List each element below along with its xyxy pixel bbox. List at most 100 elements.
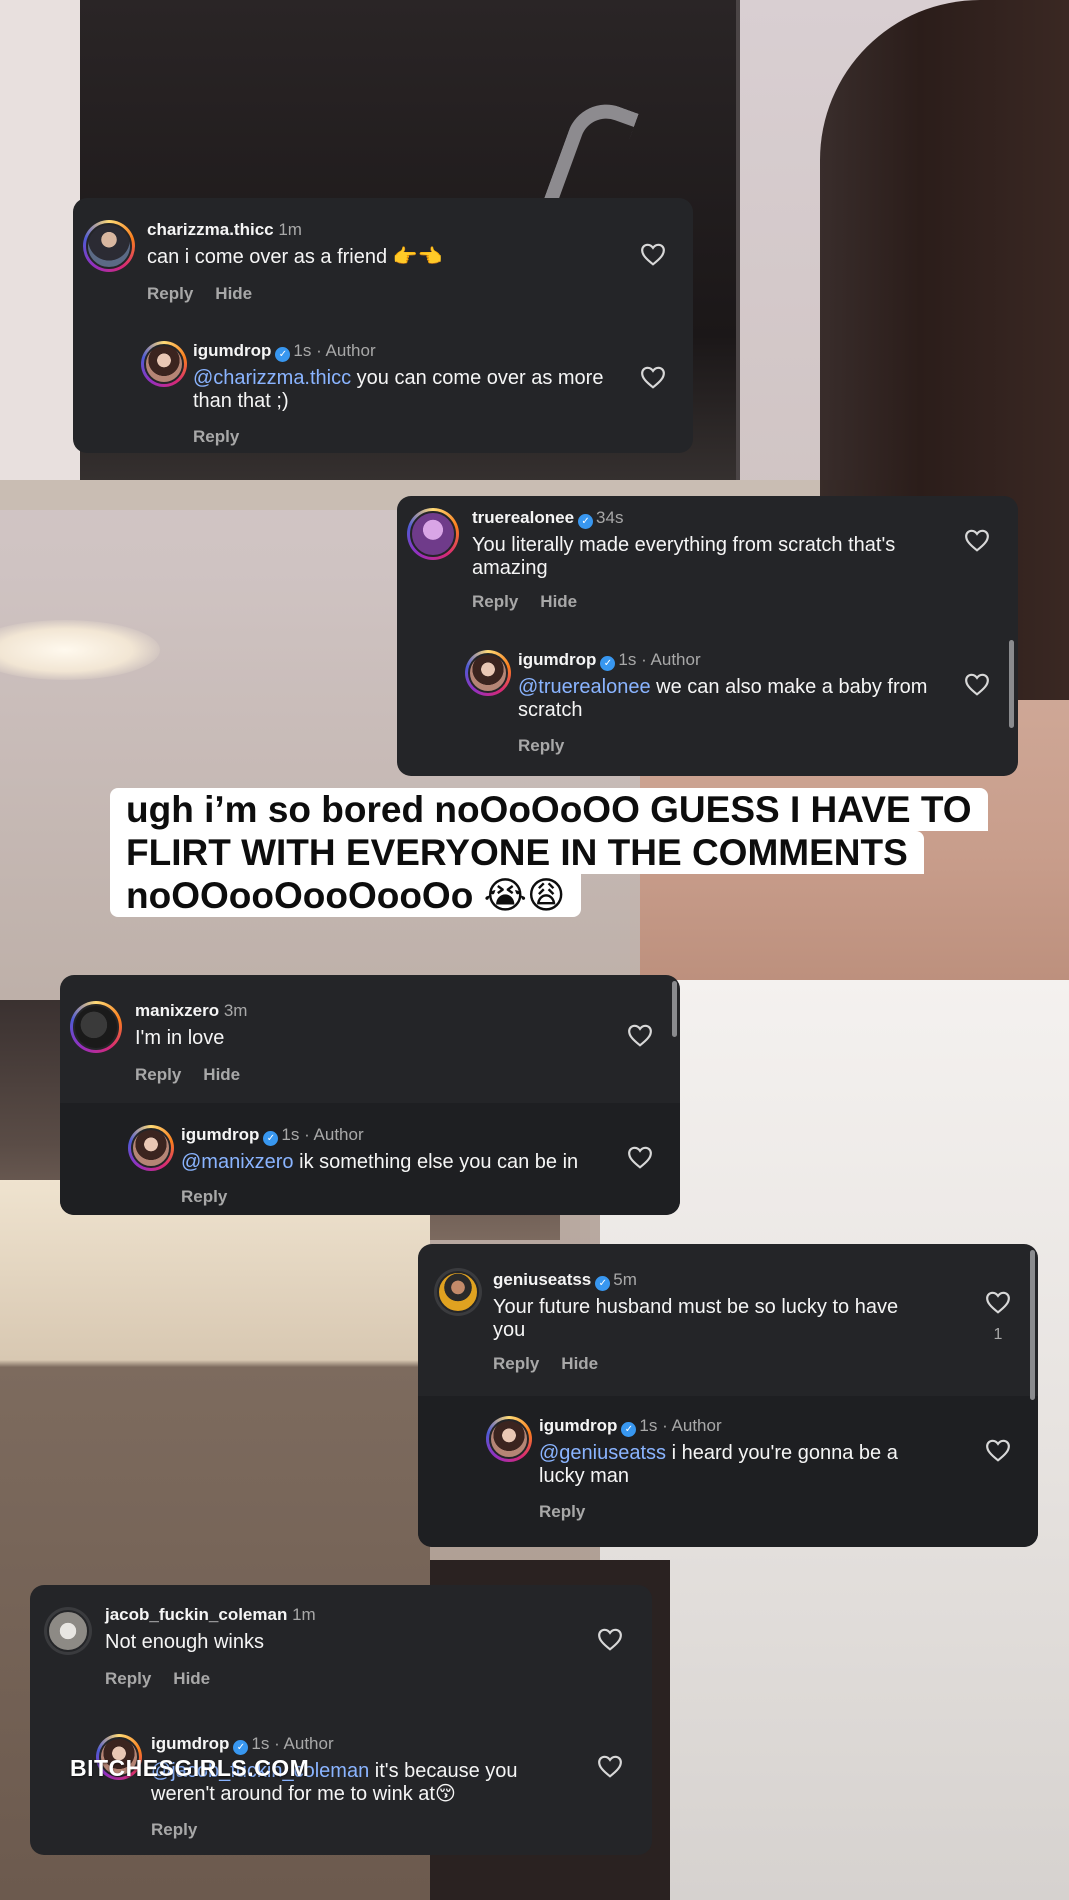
author-label: · Author bbox=[641, 650, 701, 669]
heart-icon[interactable] bbox=[597, 1627, 623, 1651]
reply-button[interactable]: Reply bbox=[147, 284, 193, 303]
reply-comment: igumdrop ✓ 1s · Author @manixzero ik somet… bbox=[60, 1103, 680, 1215]
reply-time: 1s bbox=[618, 650, 637, 669]
hide-button[interactable]: Hide bbox=[203, 1065, 240, 1084]
reply-username[interactable]: igumdrop bbox=[539, 1416, 617, 1435]
hide-button[interactable]: Hide bbox=[540, 592, 577, 611]
reply-comment: igumdrop ✓ 1s · Author @geniuseatss i hear… bbox=[418, 1396, 1038, 1547]
avatar[interactable] bbox=[465, 650, 511, 696]
comment-username[interactable]: geniuseatss bbox=[493, 1270, 591, 1289]
comment-time: 34s bbox=[596, 508, 624, 527]
mention-link[interactable]: @geniuseatss bbox=[539, 1442, 666, 1464]
caption-line: noOOooOooOooOo 😭😩 bbox=[110, 874, 582, 917]
heart-icon[interactable] bbox=[640, 365, 666, 389]
comment-card: jacob_fuckin_coleman 1m Not enough winks… bbox=[30, 1585, 652, 1855]
avatar[interactable] bbox=[70, 1001, 122, 1053]
hide-button[interactable]: Hide bbox=[561, 1354, 598, 1373]
heart-icon[interactable] bbox=[985, 1438, 1011, 1462]
reply-button[interactable]: Reply bbox=[539, 1502, 585, 1521]
caption-line: FLIRT WITH EVERYONE IN THE COMMENTS bbox=[110, 831, 924, 874]
avatar[interactable] bbox=[434, 1268, 482, 1316]
reply-button[interactable]: Reply bbox=[472, 592, 518, 611]
comment-text: You literally made everything from scrat… bbox=[472, 534, 896, 579]
heart-icon[interactable] bbox=[597, 1754, 623, 1778]
reply-button[interactable]: Reply bbox=[181, 1187, 227, 1206]
avatar[interactable] bbox=[486, 1416, 532, 1462]
verified-badge-icon: ✓ bbox=[621, 1422, 637, 1437]
reply-button[interactable]: Reply bbox=[518, 736, 564, 755]
comment-card: charizzma.thicc 1m can i come over as a … bbox=[73, 198, 693, 453]
reply-username[interactable]: igumdrop bbox=[181, 1125, 259, 1144]
like-count: 1 bbox=[993, 1326, 1003, 1343]
verified-badge-icon: ✓ bbox=[595, 1276, 611, 1291]
hide-button[interactable]: Hide bbox=[215, 284, 252, 303]
verified-badge-icon: ✓ bbox=[233, 1740, 249, 1755]
avatar[interactable] bbox=[128, 1125, 174, 1171]
comment-card: geniuseatss ✓ 5m Your future husband must … bbox=[418, 1244, 1038, 1547]
video-caption: ugh i’m so bored noOoOoOO GUESS I HAVE T… bbox=[110, 788, 988, 917]
author-label: · Author bbox=[304, 1125, 364, 1144]
heart-icon[interactable] bbox=[640, 242, 666, 266]
comment-text: I'm in love bbox=[135, 1027, 225, 1049]
reply-button[interactable]: Reply bbox=[105, 1669, 151, 1688]
reply-text: @manixzero ik something else you can be … bbox=[181, 1151, 579, 1173]
reply-username[interactable]: igumdrop bbox=[193, 341, 271, 360]
comment-username[interactable]: jacob_fuckin_coleman bbox=[105, 1605, 287, 1624]
comment-time: 1m bbox=[278, 220, 302, 239]
comment-card: truerealonee ✓ 34s You literally made ever… bbox=[397, 496, 1018, 776]
comment-text: Not enough winks bbox=[105, 1631, 264, 1653]
heart-icon[interactable] bbox=[985, 1290, 1011, 1314]
heart-icon[interactable] bbox=[627, 1023, 653, 1047]
avatar[interactable] bbox=[44, 1607, 92, 1655]
heart-icon[interactable] bbox=[964, 672, 990, 696]
verified-badge-icon: ✓ bbox=[600, 656, 616, 671]
scrollbar[interactable] bbox=[672, 981, 677, 1037]
mention-link[interactable]: @charizzma.thicc bbox=[193, 367, 351, 389]
comment-time: 5m bbox=[613, 1270, 637, 1289]
avatar[interactable] bbox=[141, 341, 187, 387]
reply-username[interactable]: igumdrop bbox=[518, 650, 596, 669]
reply-time: 1s bbox=[293, 341, 312, 360]
comment: geniuseatss ✓ 5m Your future husband must … bbox=[418, 1244, 1038, 1396]
comment-username[interactable]: charizzma.thicc bbox=[147, 220, 274, 239]
mention-link[interactable]: @manixzero bbox=[181, 1151, 294, 1173]
reply-time: 1s bbox=[251, 1734, 270, 1753]
hide-button[interactable]: Hide bbox=[173, 1669, 210, 1688]
reply-button[interactable]: Reply bbox=[135, 1065, 181, 1084]
watermark: BITCHESGIRLS.COM bbox=[70, 1755, 310, 1781]
author-label: · Author bbox=[274, 1734, 334, 1753]
avatar[interactable] bbox=[407, 508, 459, 560]
comment: jacob_fuckin_coleman 1m Not enough winks… bbox=[30, 1585, 652, 1710]
comment-text: Your future husband must be so lucky to … bbox=[493, 1296, 899, 1341]
reply-time: 1s bbox=[639, 1416, 658, 1435]
reply-button[interactable]: Reply bbox=[493, 1354, 539, 1373]
author-label: · Author bbox=[316, 341, 376, 360]
comment-username[interactable]: truerealonee bbox=[472, 508, 574, 527]
reply-time: 1s bbox=[281, 1125, 300, 1144]
author-label: · Author bbox=[662, 1416, 722, 1435]
reply-button[interactable]: Reply bbox=[193, 427, 239, 446]
reply-text: @geniuseatss i heard you're gonna be a l… bbox=[539, 1442, 898, 1487]
comment-username[interactable]: manixzero bbox=[135, 1001, 219, 1020]
reply-button[interactable]: Reply bbox=[151, 1820, 197, 1839]
reply-comment: igumdrop ✓ 1s · Author @jacob_fuckin_colem… bbox=[30, 1710, 652, 1855]
scrollbar[interactable] bbox=[1009, 640, 1014, 728]
heart-icon[interactable] bbox=[627, 1145, 653, 1169]
crying-emoji: 😭😩 bbox=[483, 874, 566, 917]
comment-card: manixzero 3m I'm in love Reply Hide igumd… bbox=[60, 975, 680, 1215]
reply-text: @charizzma.thicc you can come over as mo… bbox=[193, 367, 604, 412]
avatar[interactable] bbox=[83, 220, 135, 272]
caption-line: ugh i’m so bored noOoOoOO GUESS I HAVE T… bbox=[110, 788, 988, 831]
comment-text: can i come over as a friend 👉👈 bbox=[147, 246, 443, 268]
mention-link[interactable]: @truerealonee bbox=[518, 676, 651, 698]
reply-comment: igumdrop ✓ 1s · Author @truerealonee we ca… bbox=[397, 626, 1018, 776]
heart-icon[interactable] bbox=[964, 528, 990, 552]
verified-badge-icon: ✓ bbox=[275, 347, 291, 362]
verified-badge-icon: ✓ bbox=[263, 1131, 279, 1146]
scrollbar[interactable] bbox=[1030, 1250, 1035, 1400]
comment-time: 3m bbox=[223, 1001, 248, 1020]
reply-username[interactable]: igumdrop bbox=[151, 1734, 229, 1753]
cabinet bbox=[0, 0, 80, 480]
verified-badge-icon: ✓ bbox=[578, 514, 594, 529]
reply-text: @truerealonee we can also make a baby fr… bbox=[518, 676, 928, 721]
